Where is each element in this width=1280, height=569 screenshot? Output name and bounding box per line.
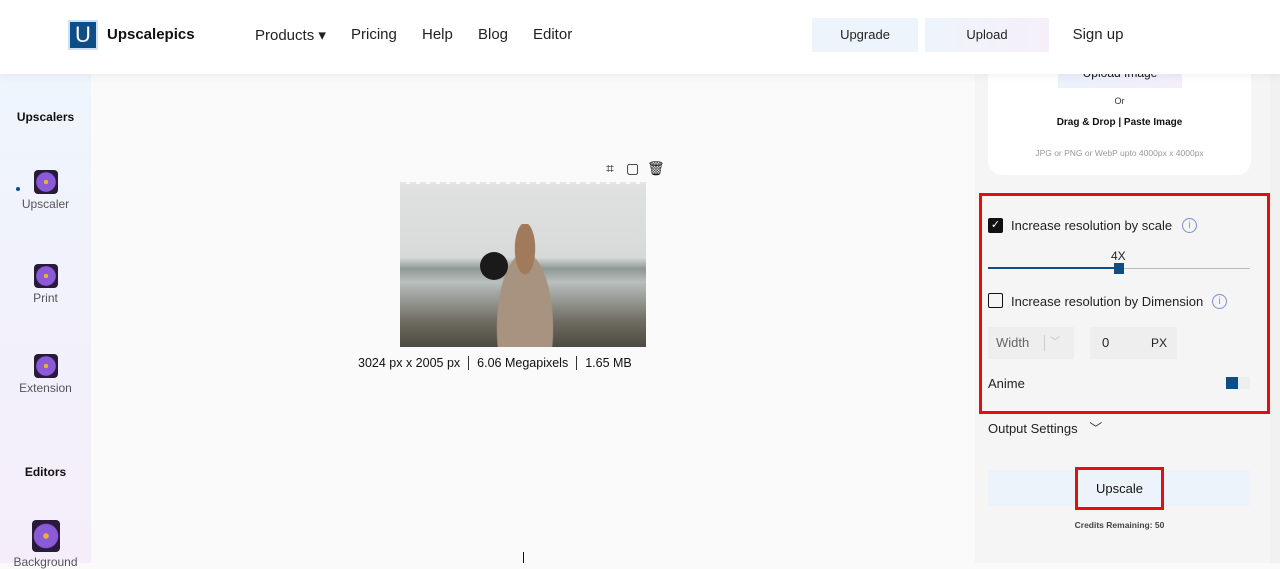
label: Upscaler bbox=[21, 197, 70, 211]
rotate-icon[interactable]: ▢ bbox=[626, 160, 639, 177]
nav-help[interactable]: Help bbox=[422, 26, 453, 43]
image-dimensions: 3024 px x 2005 px bbox=[358, 356, 461, 370]
or-text: Or bbox=[1114, 96, 1125, 106]
unit-label: PX bbox=[1151, 336, 1168, 350]
upscalers-heading: Upscalers bbox=[16, 110, 75, 124]
scale-label: Increase resolution by scale bbox=[1011, 218, 1173, 233]
credits-remaining: Credits Remaining: 50 bbox=[1074, 520, 1165, 530]
anime-label: Anime bbox=[988, 376, 1025, 391]
upgrade-button[interactable]: Upgrade bbox=[812, 18, 918, 52]
chevron-down-icon: ﹀ bbox=[1089, 421, 1103, 436]
brand-name[interactable]: Upscalepics bbox=[107, 26, 195, 43]
info-icon[interactable]: i bbox=[1212, 294, 1227, 309]
output-settings-toggle[interactable]: Output Settings ﹀ bbox=[988, 418, 1102, 437]
nav-blog[interactable]: Blog bbox=[478, 26, 508, 43]
dimension-label: Increase resolution by Dimension bbox=[1011, 294, 1204, 309]
upload-button[interactable]: Upload bbox=[925, 18, 1049, 52]
crop-icon[interactable]: ⌗ bbox=[606, 160, 614, 177]
formats-text: JPG or PNG or WebP upto 4000px x 4000px bbox=[1035, 148, 1204, 158]
background-icon bbox=[31, 520, 60, 552]
label: Print bbox=[33, 291, 58, 305]
scrollbar[interactable] bbox=[1270, 74, 1280, 563]
sidebar-item-background[interactable]: Background bbox=[0, 520, 91, 569]
drag-drop-text: Drag & Drop | Paste Image bbox=[1056, 117, 1183, 128]
scale-checkbox[interactable]: ✓ bbox=[988, 218, 1003, 233]
text-cursor bbox=[523, 552, 524, 563]
signup-link[interactable]: Sign up bbox=[1066, 18, 1130, 52]
delete-icon[interactable]: 🗑 bbox=[647, 160, 665, 177]
dimension-checkbox[interactable] bbox=[988, 293, 1003, 308]
dimension-input[interactable]: 0 PX bbox=[1090, 327, 1177, 359]
output-settings-label: Output Settings bbox=[988, 421, 1078, 436]
anime-toggle[interactable] bbox=[1226, 377, 1250, 389]
header: U Upscalepics Products ▾ Pricing Help Bl… bbox=[0, 0, 1280, 74]
sidebar-item-upscaler[interactable]: Upscaler bbox=[0, 170, 91, 211]
editors-heading: Editors bbox=[24, 465, 67, 479]
nav-products[interactable]: Products ▾ bbox=[255, 26, 326, 44]
nav-pricing[interactable]: Pricing bbox=[351, 26, 397, 43]
label: Background bbox=[13, 555, 78, 569]
chevron-down-icon: ﹀ bbox=[1050, 337, 1060, 348]
nav-editor[interactable]: Editor bbox=[533, 26, 572, 43]
logo[interactable]: U bbox=[68, 20, 98, 50]
scale-slider-thumb[interactable] bbox=[1114, 263, 1124, 274]
upscaler-icon bbox=[33, 170, 58, 194]
dimension-select[interactable]: Width ﹀ bbox=[988, 327, 1074, 359]
dimension-value: 0 bbox=[1102, 335, 1110, 350]
select-value: Width bbox=[996, 335, 1030, 350]
scale-slider-fill bbox=[988, 267, 1119, 269]
info-icon[interactable]: i bbox=[1182, 218, 1197, 233]
image-meta: 3024 px x 2005 px 6.06 Megapixels 1.65 M… bbox=[358, 356, 640, 370]
sidebar-item-extension[interactable]: Extension bbox=[0, 354, 91, 395]
label: Extension bbox=[19, 381, 72, 395]
scale-value: 4X bbox=[1111, 249, 1126, 263]
sidebar: Upscalers Upscaler Print Extension Edito… bbox=[0, 74, 91, 569]
sidebar-item-print[interactable]: Print bbox=[0, 264, 91, 305]
upscale-label[interactable]: Upscale bbox=[1075, 467, 1164, 510]
image-megapixels: 6.06 Megapixels bbox=[468, 356, 576, 370]
uploaded-image bbox=[400, 184, 646, 347]
print-icon bbox=[33, 264, 58, 288]
image-size: 1.65 MB bbox=[576, 356, 640, 370]
extension-icon bbox=[33, 354, 58, 378]
